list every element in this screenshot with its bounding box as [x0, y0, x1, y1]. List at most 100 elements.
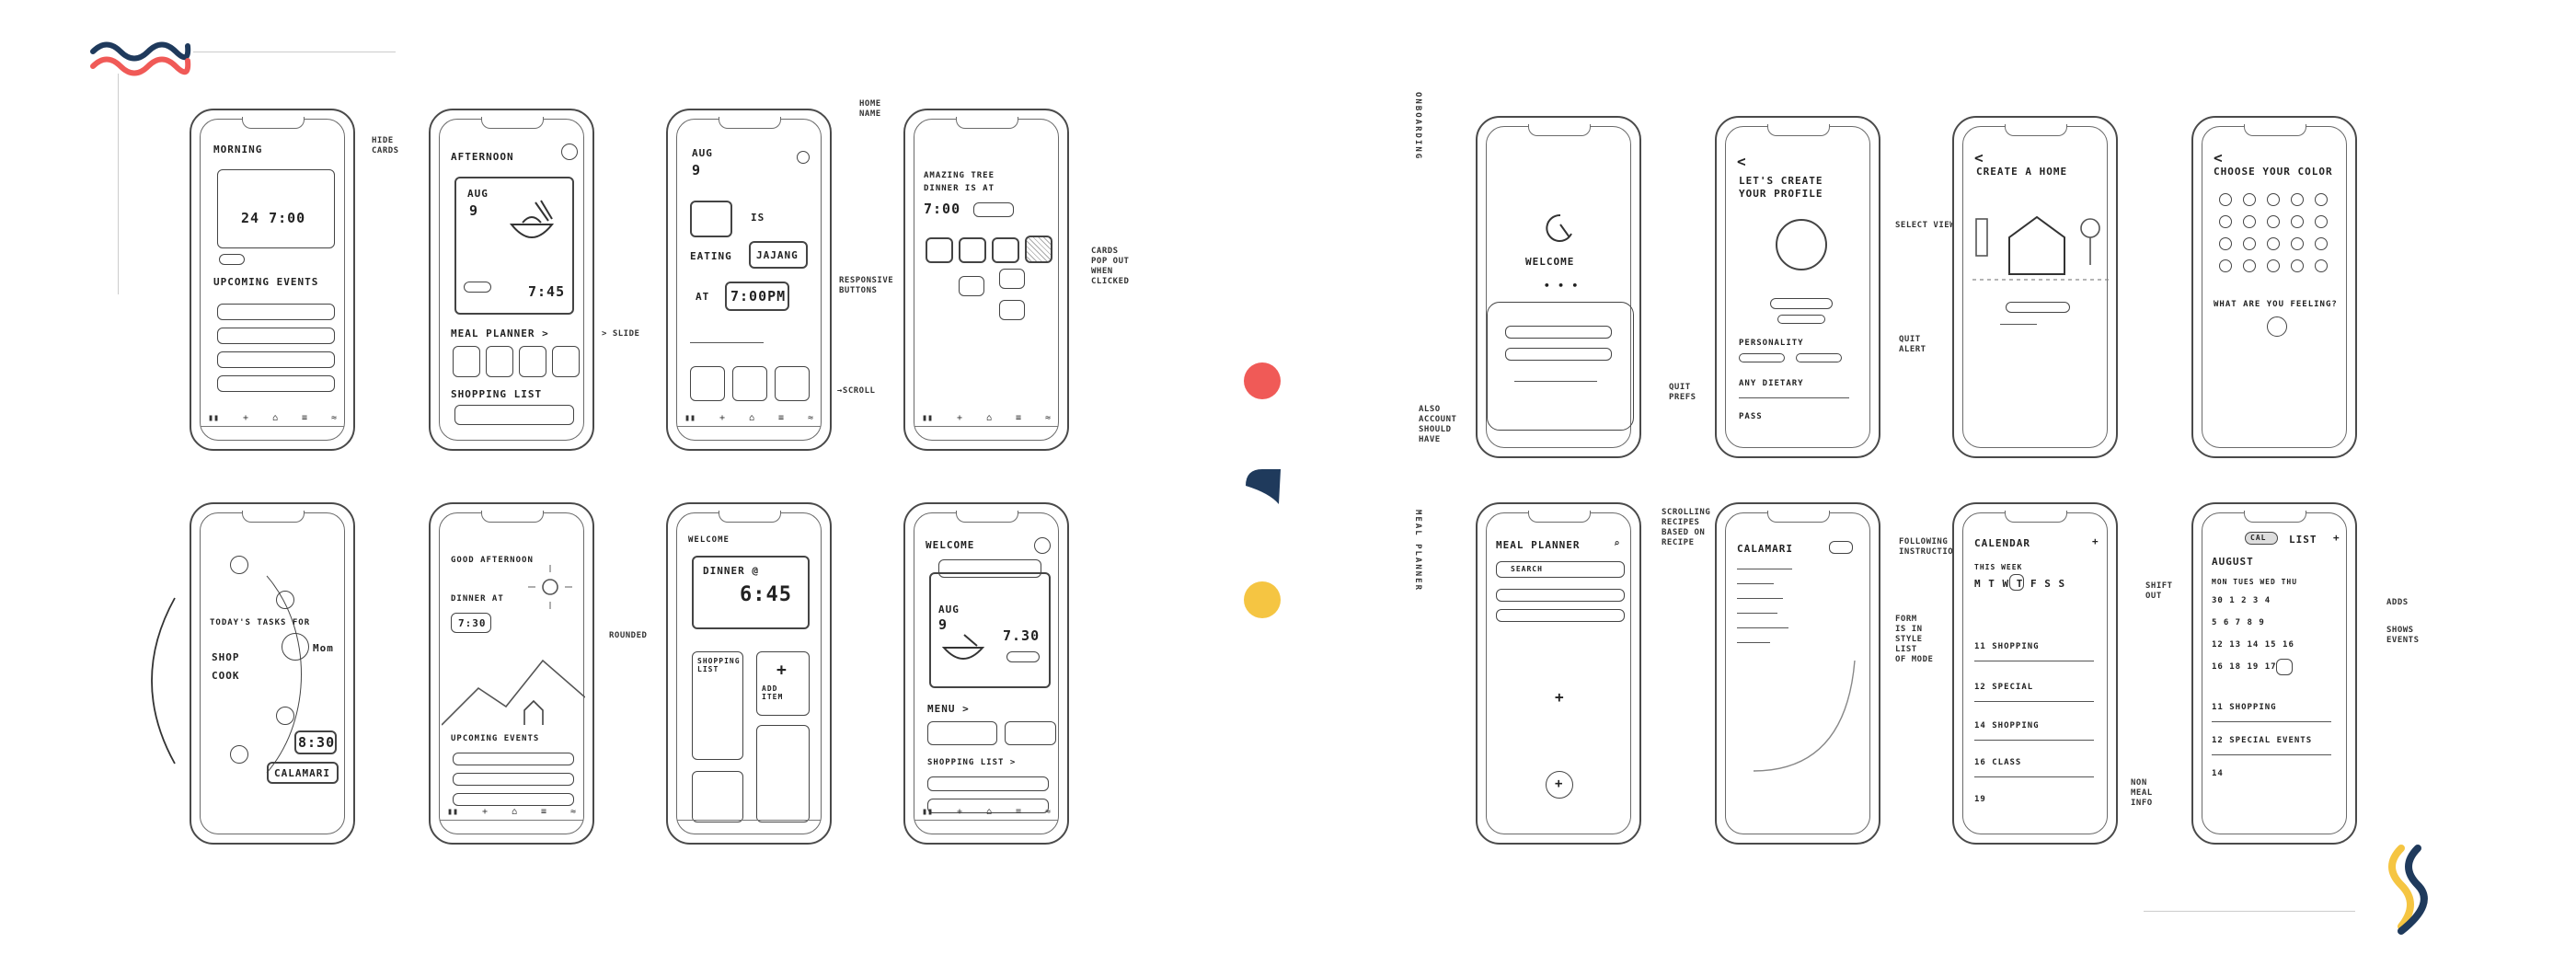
menu-bubble-4[interactable] — [230, 745, 248, 764]
event-row-3[interactable] — [217, 351, 335, 368]
color-swatch[interactable] — [2315, 237, 2328, 250]
event-row-2[interactable] — [217, 328, 335, 344]
ga-event-1[interactable] — [453, 753, 574, 765]
profile-name-field[interactable] — [1770, 298, 1833, 309]
color-swatch[interactable] — [2243, 237, 2256, 250]
selected-date[interactable] — [2276, 659, 2293, 675]
bottom-nav[interactable]: ▮▮ + ⌂ ≡ ≈ — [922, 807, 1051, 817]
bottom-nav[interactable]: ▮▮ + ⌂ ≡ ≈ — [208, 413, 337, 423]
month-row-1[interactable]: 30 1 2 3 4 — [2212, 596, 2271, 605]
card-2[interactable] — [959, 237, 986, 263]
time-chip[interactable] — [973, 202, 1014, 217]
note-shift-out: SHIFT OUT — [2145, 581, 2173, 601]
menu-bubble-1[interactable] — [230, 556, 248, 574]
color-swatch[interactable] — [2267, 259, 2280, 272]
bottom-nav[interactable]: ▮▮ + ⌂ ≡ ≈ — [684, 413, 813, 423]
tag-2[interactable] — [1796, 353, 1842, 362]
card-5[interactable] — [999, 269, 1025, 289]
color-swatch[interactable] — [2267, 237, 2280, 250]
onboard-input-1[interactable] — [1505, 326, 1612, 339]
back-arrow-icon[interactable]: < — [1974, 149, 1984, 167]
shop-row-1[interactable] — [927, 776, 1049, 791]
bottom-nav[interactable]: ▮▮ + ⌂ ≡ ≈ — [922, 413, 1051, 423]
color-swatch[interactable] — [2291, 237, 2304, 250]
menu-card-1[interactable] — [927, 721, 997, 745]
color-swatch[interactable] — [2291, 259, 2304, 272]
time-card[interactable] — [217, 169, 335, 248]
profile-photo[interactable] — [1776, 219, 1827, 270]
color-swatch[interactable] — [2219, 193, 2232, 206]
day-card[interactable] — [690, 201, 732, 237]
menu-card-2[interactable] — [1005, 721, 1056, 745]
month-row-4[interactable]: 16 18 19 17 — [2212, 662, 2277, 672]
cal-event-1[interactable]: 11 SHOPPING — [1974, 642, 2040, 651]
cal-event-3[interactable]: 14 SHOPPING — [1974, 721, 2040, 730]
card-7[interactable] — [999, 300, 1025, 320]
slot-1[interactable] — [690, 366, 725, 401]
cal-event-5[interactable]: 19 — [1974, 795, 1986, 804]
event-row-4[interactable] — [217, 375, 335, 392]
meal-card-4[interactable] — [552, 346, 580, 377]
event-row-1[interactable] — [217, 304, 335, 320]
add-button[interactable] — [1829, 541, 1853, 554]
card-1[interactable] — [926, 237, 953, 263]
ga-event-3[interactable] — [453, 793, 574, 806]
month-add-icon[interactable]: + — [2333, 532, 2340, 544]
card-6[interactable] — [959, 276, 984, 296]
left-rule — [118, 74, 119, 294]
profile-sub-field[interactable] — [1777, 315, 1825, 324]
color-swatch[interactable] — [2219, 215, 2232, 228]
selected-day[interactable] — [2009, 574, 2024, 591]
menu-bubble-2[interactable] — [276, 591, 294, 609]
feeling-button[interactable] — [2267, 316, 2287, 337]
month-event-3[interactable]: 14 — [2212, 769, 2224, 778]
shopping-card[interactable] — [454, 405, 574, 425]
color-swatch[interactable] — [2315, 259, 2328, 272]
color-swatch[interactable] — [2219, 237, 2232, 250]
tag-1[interactable] — [1739, 353, 1785, 362]
tab-list-label[interactable]: LIST — [2289, 534, 2317, 546]
avatar[interactable] — [1034, 537, 1051, 554]
color-swatch[interactable] — [2315, 215, 2328, 228]
avatar[interactable] — [561, 144, 578, 160]
back-arrow-icon[interactable]: < — [1737, 153, 1747, 170]
onboard-link[interactable] — [1514, 381, 1597, 382]
home-name-field[interactable] — [2006, 302, 2070, 313]
user-avatar[interactable] — [282, 633, 309, 661]
ga-event-2[interactable] — [453, 773, 574, 786]
tile-b[interactable] — [756, 725, 810, 822]
card-4[interactable] — [1025, 236, 1052, 263]
calendar-add-icon[interactable]: + — [2092, 535, 2099, 547]
onboard-card — [1487, 302, 1634, 431]
color-swatch[interactable] — [2267, 215, 2280, 228]
month-event-1[interactable]: 11 SHOPPING — [2212, 703, 2277, 712]
meal-card-1[interactable] — [453, 346, 480, 377]
month-row-3[interactable]: 12 13 14 15 16 — [2212, 640, 2294, 650]
onboard-input-2[interactable] — [1505, 348, 1612, 361]
bottom-nav[interactable]: ▮▮ + ⌂ ≡ ≈ — [447, 807, 576, 817]
back-arrow-icon[interactable]: < — [2214, 149, 2224, 167]
recipe-row-1[interactable] — [1496, 589, 1625, 602]
cal-event-2[interactable]: 12 SPECIAL — [1974, 683, 2033, 692]
color-swatch[interactable] — [2219, 259, 2232, 272]
color-swatch[interactable] — [2315, 193, 2328, 206]
menu-bubble-3[interactable] — [276, 707, 294, 725]
month-event-2[interactable]: 12 SPECIAL EVENTS — [2212, 736, 2312, 745]
color-swatch[interactable] — [2291, 193, 2304, 206]
color-swatch[interactable] — [2267, 193, 2280, 206]
slot-2[interactable] — [732, 366, 767, 401]
color-swatch[interactable] — [2243, 259, 2256, 272]
tile-a[interactable] — [692, 771, 743, 822]
slot-3[interactable] — [775, 366, 810, 401]
color-swatch[interactable] — [2243, 193, 2256, 206]
cal-event-4[interactable]: 16 CLASS — [1974, 758, 2021, 767]
card-3[interactable] — [992, 237, 1019, 263]
color-swatch[interactable] — [2291, 215, 2304, 228]
meal-card-3[interactable] — [519, 346, 546, 377]
recipe-row-2[interactable] — [1496, 609, 1625, 622]
add-plus[interactable]: + — [1555, 688, 1565, 706]
meal-card-2[interactable] — [486, 346, 513, 377]
search-icon[interactable]: ⌕ — [1614, 537, 1621, 549]
month-row-2[interactable]: 5 6 7 8 9 — [2212, 618, 2265, 627]
color-swatch[interactable] — [2243, 215, 2256, 228]
